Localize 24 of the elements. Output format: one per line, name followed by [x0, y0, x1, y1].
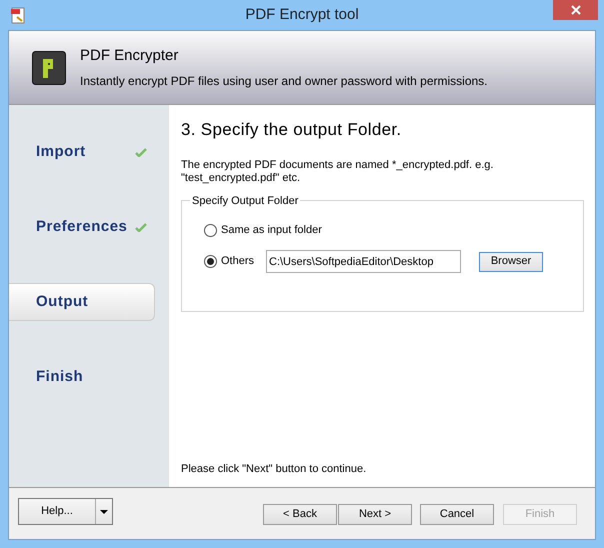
hint-text: Please click "Next" button to continue. — [181, 462, 368, 476]
wizard-button[interactable]: Next > — [338, 504, 412, 525]
window-title: PDF Encrypt tool — [245, 4, 359, 25]
step-item: Output — [9, 283, 155, 321]
close-button[interactable] — [553, 0, 598, 20]
app-description: Instantly encrypt PDF files using user and owner password with permissions. — [80, 72, 488, 90]
step-item: Finish — [35, 366, 84, 387]
description-text: The encrypted PDF documents are named *_encrypted.pdf. e.g. "test_encrypted.pdf" etc. — [181, 158, 494, 184]
page-heading: 3. Specify the output Folder. — [181, 119, 402, 141]
wizard-button[interactable]: Cancel — [420, 504, 494, 525]
radio-option[interactable]: Others — [204, 253, 256, 270]
folder-input-field[interactable]: C:\Users\SoftpediaEditor\Desktop — [266, 250, 461, 273]
step-item: Preferences — [9, 208, 155, 246]
wizard-button[interactable]: < Back — [263, 504, 337, 525]
step-item: Import — [9, 133, 155, 171]
help-split-button[interactable]: Help... — [18, 498, 113, 525]
app-logo-icon — [32, 50, 66, 84]
close-icon — [570, 5, 580, 15]
browse-button[interactable]: Browser — [479, 252, 543, 272]
help-button[interactable]: Help... — [19, 499, 96, 524]
radio-option[interactable]: Same as input folder — [204, 222, 322, 239]
caret-icon — [100, 510, 108, 514]
app-title: PDF Encrypter — [80, 46, 180, 66]
pdf-file-icon — [10, 7, 26, 24]
